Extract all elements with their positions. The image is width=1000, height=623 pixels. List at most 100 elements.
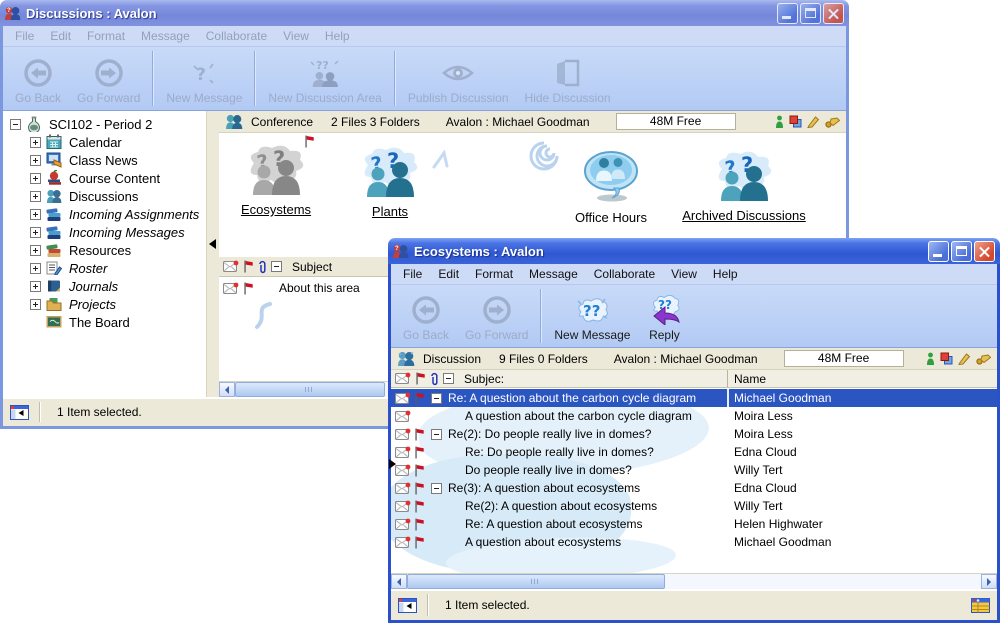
close-icon[interactable] bbox=[823, 3, 844, 24]
view-grid-icon[interactable] bbox=[971, 598, 990, 613]
area-icon-plants[interactable]: ? ? Plants bbox=[340, 145, 440, 219]
scrollbar-thumb[interactable] bbox=[235, 382, 385, 397]
message-row[interactable]: A question about ecosystemsMichael Goodm… bbox=[391, 533, 997, 551]
message-row[interactable]: Re: A question about ecosystemsHelen Hig… bbox=[391, 515, 997, 533]
tree-item-roster[interactable]: Roster bbox=[3, 259, 206, 277]
expand-box-icon[interactable] bbox=[30, 245, 41, 256]
menu-item-view[interactable]: View bbox=[275, 27, 317, 45]
scrollbar-track[interactable] bbox=[665, 574, 981, 589]
menu-item-collaborate[interactable]: Collaborate bbox=[198, 27, 275, 45]
go-forward-button[interactable]: Go Forward bbox=[463, 289, 530, 343]
message-row[interactable]: Do people really live in domes?Willy Ter… bbox=[391, 461, 997, 479]
panel-toggle-icon[interactable] bbox=[10, 405, 29, 420]
menu-item-help[interactable]: Help bbox=[317, 27, 358, 45]
menu-item-file[interactable]: File bbox=[395, 265, 430, 283]
menu-item-message[interactable]: Message bbox=[133, 27, 198, 45]
toolbar: Go BackGo Forward ??New Message ??Reply bbox=[391, 285, 997, 348]
area-icon-archived-discussions[interactable]: ? ? Archived Discussions bbox=[669, 149, 819, 223]
tree-item-sci102-period-2[interactable]: SCI102 - Period 2 bbox=[3, 115, 206, 133]
column-divider[interactable] bbox=[727, 370, 728, 387]
expand-slot bbox=[431, 483, 445, 494]
expand-box-icon[interactable] bbox=[30, 191, 41, 202]
message-row[interactable]: Re(2): A question about ecosystemsWilly … bbox=[391, 497, 997, 515]
collapse-all-box-icon[interactable] bbox=[443, 373, 454, 384]
expand-box-icon[interactable] bbox=[30, 299, 41, 310]
collapse-all-box-icon[interactable] bbox=[271, 261, 282, 272]
new-message-button[interactable]: ??New Message bbox=[552, 289, 632, 343]
expand-box-icon[interactable] bbox=[30, 281, 41, 292]
minimize-icon[interactable] bbox=[777, 3, 798, 24]
menu-item-edit[interactable]: Edit bbox=[430, 265, 467, 283]
expand-box-icon[interactable] bbox=[30, 209, 41, 220]
message-row[interactable]: Re(3): A question about ecosystemsEdna C… bbox=[391, 479, 997, 497]
hide-discussion-button[interactable]: Hide Discussion bbox=[523, 51, 613, 106]
collapse-box-icon[interactable] bbox=[431, 393, 442, 404]
go-back-button[interactable]: Go Back bbox=[13, 51, 63, 106]
message-row[interactable]: Re: Do people really live in domes?Edna … bbox=[391, 443, 997, 461]
menu-item-file[interactable]: File bbox=[7, 27, 42, 45]
scrollbar-thumb[interactable] bbox=[407, 574, 665, 589]
subject-column-label[interactable]: Subjec: bbox=[464, 372, 504, 386]
scroll-left-arrow[interactable] bbox=[219, 382, 235, 397]
message-list-header[interactable]: Subjec: Name bbox=[391, 370, 997, 388]
menu-item-view[interactable]: View bbox=[663, 265, 705, 283]
maximize-icon[interactable] bbox=[800, 3, 821, 24]
go-forward-button[interactable]: Go Forward bbox=[75, 51, 142, 106]
menu-item-format[interactable]: Format bbox=[79, 27, 133, 45]
tree-item-journals[interactable]: Journals bbox=[3, 277, 206, 295]
tree-item-resources[interactable]: Resources bbox=[3, 241, 206, 259]
new-discussion-area-button[interactable]: ??New Discussion Area bbox=[266, 51, 383, 106]
toolbar-button-label: New Message bbox=[166, 91, 242, 105]
menu-item-help[interactable]: Help bbox=[705, 265, 746, 283]
tree-item-class-news[interactable]: Class News bbox=[3, 151, 206, 169]
tree-item-course-content[interactable]: Course Content bbox=[3, 169, 206, 187]
tree-item-calendar[interactable]: Calendar bbox=[3, 133, 206, 151]
reply-button[interactable]: ??Reply bbox=[644, 289, 684, 343]
discussions-icon bbox=[46, 188, 64, 204]
tree-item-projects[interactable]: Projects bbox=[3, 295, 206, 313]
expand-box-icon[interactable] bbox=[30, 155, 41, 166]
collapse-box-icon[interactable] bbox=[431, 483, 442, 494]
area-icon-ecosystems[interactable]: ? ? Ecosystems bbox=[226, 143, 326, 217]
pane-splitter[interactable] bbox=[206, 111, 219, 397]
message-row[interactable]: Re(2): Do people really live in domes?Mo… bbox=[391, 425, 997, 443]
minimize-icon[interactable] bbox=[928, 241, 949, 262]
menu-item-message[interactable]: Message bbox=[521, 265, 586, 283]
collapse-pane-arrow-icon[interactable] bbox=[209, 239, 216, 249]
publish-discussion-button[interactable]: Publish Discussion bbox=[406, 51, 511, 106]
expand-box-icon[interactable] bbox=[30, 173, 41, 184]
tree-item-incoming-assignments[interactable]: Incoming Assignments bbox=[3, 205, 206, 223]
expand-box-icon[interactable] bbox=[30, 137, 41, 148]
menu-item-collaborate[interactable]: Collaborate bbox=[586, 265, 663, 283]
expand-box-icon[interactable] bbox=[30, 263, 41, 274]
tree-item-the-board[interactable]: The Board bbox=[3, 313, 206, 331]
menu-item-format[interactable]: Format bbox=[467, 265, 521, 283]
tree-item-discussions[interactable]: Discussions bbox=[3, 187, 206, 205]
titlebar-ecosystems[interactable]: ? Ecosystems : Avalon bbox=[388, 238, 1000, 264]
collapse-box-icon[interactable] bbox=[431, 429, 442, 440]
message-sender: Michael Goodman bbox=[734, 535, 831, 549]
expand-pane-arrow-icon[interactable] bbox=[389, 459, 396, 469]
flag-icon bbox=[414, 518, 424, 531]
tree-item-incoming-messages[interactable]: Incoming Messages bbox=[3, 223, 206, 241]
name-column-label[interactable]: Name bbox=[734, 372, 766, 386]
collapse-box-icon[interactable] bbox=[10, 119, 21, 130]
publish-discussion-icon bbox=[440, 56, 476, 90]
message-row[interactable]: Re: A question about the carbon cycle di… bbox=[391, 389, 997, 407]
titlebar-discussions[interactable]: ? Discussions : Avalon bbox=[0, 0, 849, 26]
expand-box-icon[interactable] bbox=[30, 227, 41, 238]
scroll-right-arrow[interactable] bbox=[981, 574, 997, 589]
menu-bar: FileEditFormatMessageCollaborateViewHelp bbox=[3, 26, 846, 47]
files-folders-count: 9 Files 0 Folders bbox=[499, 352, 588, 366]
scroll-left-arrow[interactable] bbox=[391, 574, 407, 589]
message-row-icons bbox=[391, 536, 425, 549]
new-message-button[interactable]: ?New Message bbox=[164, 51, 244, 106]
maximize-icon[interactable] bbox=[951, 241, 972, 262]
horizontal-scrollbar[interactable] bbox=[391, 573, 997, 589]
area-icon-office-hours[interactable]: Office Hours bbox=[555, 149, 667, 225]
go-back-button[interactable]: Go Back bbox=[401, 289, 451, 343]
panel-toggle-icon[interactable] bbox=[398, 598, 417, 613]
close-icon[interactable] bbox=[974, 241, 995, 262]
menu-item-edit[interactable]: Edit bbox=[42, 27, 79, 45]
message-row[interactable]: A question about the carbon cycle diagra… bbox=[391, 407, 997, 425]
